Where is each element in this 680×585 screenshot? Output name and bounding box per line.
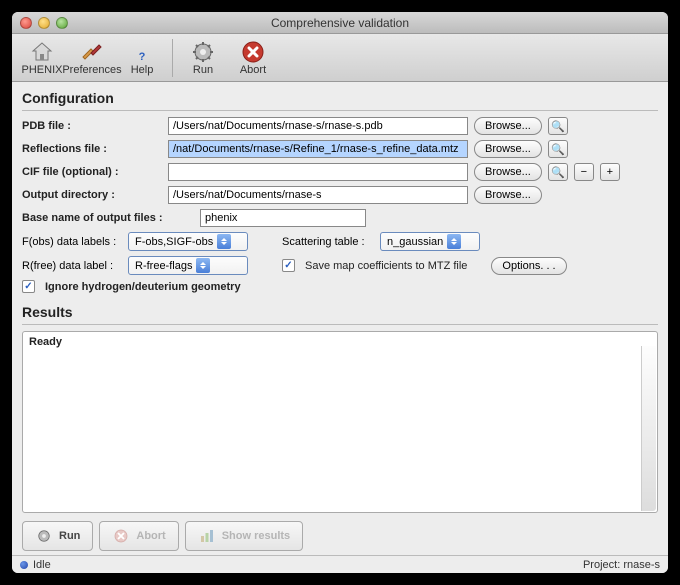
- home-icon: [30, 40, 54, 64]
- results-section: Results Ready Run Abort Show results: [22, 302, 658, 551]
- gear-icon: [191, 40, 215, 64]
- cif-search-button[interactable]: 🔍: [548, 163, 568, 181]
- divider: [22, 324, 658, 325]
- results-status: Ready: [29, 336, 62, 348]
- options-button[interactable]: Options. . .: [491, 257, 566, 275]
- abort-icon: [112, 527, 130, 545]
- app-window: Comprehensive validation PHENIX Preferen…: [12, 12, 668, 573]
- abort-label: Abort: [240, 64, 266, 76]
- help-label: Help: [131, 64, 154, 76]
- rfree-value: R-free-flags: [135, 260, 192, 272]
- basename-label: Base name of output files :: [22, 212, 194, 224]
- abort-button[interactable]: Abort: [229, 36, 277, 80]
- savemap-checkbox[interactable]: [282, 259, 295, 272]
- cif-minus-button[interactable]: −: [574, 163, 594, 181]
- cif-input[interactable]: [168, 163, 468, 181]
- rfree-label: R(free) data label :: [22, 260, 122, 272]
- run-action-label: Run: [59, 530, 80, 542]
- basename-input[interactable]: [200, 209, 366, 227]
- show-results-button[interactable]: Show results: [185, 521, 303, 551]
- scat-value: n_gaussian: [387, 236, 443, 248]
- show-results-label: Show results: [222, 530, 290, 542]
- status-idle: Idle: [33, 559, 51, 571]
- reflections-input[interactable]: [168, 140, 468, 158]
- cif-browse-button[interactable]: Browse...: [474, 163, 542, 181]
- status-dot-icon: [20, 561, 28, 569]
- pdb-input[interactable]: [168, 117, 468, 135]
- toolbar-separator: [172, 39, 173, 77]
- chevron-updown-icon: [196, 258, 210, 273]
- outdir-input[interactable]: [168, 186, 468, 204]
- outdir-label: Output directory :: [22, 189, 162, 201]
- minus-icon: −: [581, 166, 587, 178]
- abort-icon: [241, 40, 265, 64]
- search-icon: 🔍: [551, 120, 565, 133]
- reflections-browse-button[interactable]: Browse...: [474, 140, 542, 158]
- reflections-search-button[interactable]: 🔍: [548, 140, 568, 158]
- cif-plus-button[interactable]: +: [600, 163, 620, 181]
- toolbar: PHENIX Preferences ? Help Run Abort: [12, 34, 668, 82]
- chevron-updown-icon: [217, 234, 231, 249]
- help-button[interactable]: ? Help: [118, 36, 166, 80]
- scat-label: Scattering table :: [282, 236, 374, 248]
- config-title: Configuration: [22, 88, 658, 108]
- chart-icon: [198, 527, 216, 545]
- plus-icon: +: [607, 166, 613, 178]
- results-output[interactable]: Ready: [22, 331, 658, 513]
- divider: [22, 110, 658, 111]
- scat-select[interactable]: n_gaussian: [380, 232, 480, 251]
- results-title: Results: [22, 302, 658, 322]
- abort-action-button[interactable]: Abort: [99, 521, 178, 551]
- fobs-label: F(obs) data labels :: [22, 236, 122, 248]
- search-icon: 🔍: [551, 143, 565, 156]
- savemap-label: Save map coefficients to MTZ file: [305, 260, 467, 272]
- tools-icon: [80, 40, 104, 64]
- preferences-button[interactable]: Preferences: [68, 36, 116, 80]
- window-title: Comprehensive validation: [12, 16, 668, 30]
- phenix-button[interactable]: PHENIX: [18, 36, 66, 80]
- run-button[interactable]: Run: [179, 36, 227, 80]
- pdb-browse-button[interactable]: Browse...: [474, 117, 542, 135]
- run-action-button[interactable]: Run: [22, 521, 93, 551]
- preferences-label: Preferences: [62, 64, 121, 76]
- chevron-updown-icon: [447, 234, 461, 249]
- ignoreh-checkbox[interactable]: [22, 280, 35, 293]
- pdb-label: PDB file :: [22, 120, 162, 132]
- outdir-browse-button[interactable]: Browse...: [474, 186, 542, 204]
- rfree-select[interactable]: R-free-flags: [128, 256, 248, 275]
- gear-icon: [35, 527, 53, 545]
- action-bar: Run Abort Show results: [22, 521, 658, 551]
- status-project: Project: rnase-s: [583, 559, 660, 571]
- statusbar: Idle Project: rnase-s: [12, 555, 668, 573]
- help-icon: ?: [130, 40, 154, 64]
- svg-text:?: ?: [139, 51, 146, 63]
- ignoreh-label: Ignore hydrogen/deuterium geometry: [45, 281, 241, 293]
- fobs-value: F-obs,SIGF-obs: [135, 236, 213, 248]
- content: Configuration PDB file : Browse... 🔍 Ref…: [12, 82, 668, 555]
- titlebar[interactable]: Comprehensive validation: [12, 12, 668, 34]
- reflections-label: Reflections file :: [22, 143, 162, 155]
- abort-action-label: Abort: [136, 530, 165, 542]
- cif-label: CIF file (optional) :: [22, 166, 162, 178]
- pdb-search-button[interactable]: 🔍: [548, 117, 568, 135]
- run-label: Run: [193, 64, 213, 76]
- fobs-select[interactable]: F-obs,SIGF-obs: [128, 232, 248, 251]
- phenix-label: PHENIX: [22, 64, 63, 76]
- search-icon: 🔍: [551, 166, 565, 179]
